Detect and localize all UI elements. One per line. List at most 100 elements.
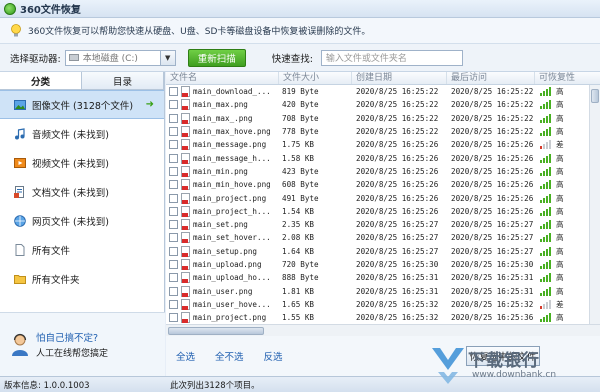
file-name: main_upload.png	[193, 260, 262, 269]
file-name: main_max.png	[193, 100, 248, 110]
scroll-thumb[interactable]	[591, 89, 599, 103]
cell-recoverability: 高	[535, 219, 585, 230]
drive-select[interactable]: 本地磁盘 (C:)	[64, 49, 161, 66]
table-row[interactable]: main_min.png 423 Byte 2020/8/25 16:25:26 20…	[166, 165, 600, 178]
table-row[interactable]: main_set_hover... 2.08 KB 2020/8/25 16:25:…	[166, 231, 600, 244]
category-images[interactable]: 图像文件 (3128个文件) ➜	[0, 90, 164, 119]
tab-directory[interactable]: 目录	[82, 72, 164, 89]
table-row[interactable]: main_user_hove... 1.65 KB 2020/8/25 16:25:…	[166, 298, 600, 311]
row-checkbox[interactable]	[169, 113, 178, 123]
invert-selection-link[interactable]: 反选	[264, 349, 283, 363]
row-checkbox[interactable]	[169, 220, 178, 230]
column-header-name[interactable]: 文件名	[166, 72, 279, 84]
row-checkbox[interactable]	[169, 193, 178, 203]
column-header-size[interactable]: 文件大小	[279, 72, 352, 84]
row-checkbox[interactable]	[169, 206, 178, 216]
help-title[interactable]: 怕自己搞不定?	[36, 330, 108, 344]
category-all-files[interactable]: 所有文件	[0, 235, 164, 264]
cell-size: 1.54 KB	[282, 206, 315, 216]
row-checkbox[interactable]	[169, 273, 178, 283]
table-row[interactable]: main_user.png 1.81 KB 2020/8/25 16:25:31 20…	[166, 284, 600, 297]
table-row[interactable]: main_min_hove.png 608 Byte 2020/8/25 16:25…	[166, 178, 600, 191]
cell-recoverability: 高	[535, 246, 585, 257]
chevron-down-icon[interactable]: ▼	[160, 49, 176, 66]
cell-recoverability: 高	[535, 86, 585, 97]
table-row[interactable]: main_setup.png 1.64 KB 2020/8/25 16:25:27 2…	[166, 245, 600, 258]
row-checkbox[interactable]	[169, 260, 178, 269]
signal-bars-icon	[540, 127, 552, 137]
search-input[interactable]: 输入文件或文件夹名	[320, 49, 463, 66]
help-box[interactable]: 怕自己搞不定? 人工在线帮您搞定	[0, 312, 165, 376]
horizontal-scrollbar[interactable]	[166, 324, 600, 336]
table-row[interactable]: main_message.png 1.75 KB 2020/8/25 16:25:2…	[166, 138, 600, 151]
row-checkbox[interactable]	[169, 286, 178, 296]
recover-button[interactable]: 恢复选中的文件	[466, 346, 540, 366]
table-row[interactable]: main_max.png 420 Byte 2020/8/25 16:25:22 20…	[166, 98, 600, 111]
cell-created: 2020/8/25 16:25:31	[356, 273, 439, 283]
deleted-file-icon	[181, 298, 190, 310]
cell-size: 2.08 KB	[282, 233, 315, 243]
tab-category[interactable]: 分类	[0, 72, 82, 89]
table-row[interactable]: main_max_.png 708 Byte 2020/8/25 16:25:22 2…	[166, 112, 600, 125]
row-checkbox[interactable]	[169, 127, 178, 137]
cell-created: 2020/8/25 16:25:26	[356, 193, 439, 203]
select-none-link[interactable]: 全不选	[215, 349, 244, 363]
row-checkbox[interactable]	[169, 299, 178, 309]
cell-name: main_message.png	[166, 139, 279, 151]
row-checkbox[interactable]	[169, 153, 178, 163]
row-checkbox[interactable]	[169, 100, 178, 110]
vertical-scrollbar[interactable]	[589, 85, 600, 336]
category-all-folders[interactable]: 所有文件夹	[0, 264, 164, 293]
cell-accessed: 2020/8/25 16:25:26	[451, 140, 534, 150]
column-header-created[interactable]: 创建日期	[352, 72, 447, 84]
row-checkbox[interactable]	[169, 313, 178, 323]
cell-created: 2020/8/25 16:25:32	[356, 313, 439, 323]
table-row[interactable]: main_project.png 491 Byte 2020/8/25 16:25:…	[166, 191, 600, 204]
cell-recoverability: 高	[535, 286, 585, 297]
file-name: main_project.png	[193, 313, 267, 323]
category-label: 所有文件夹	[32, 274, 80, 286]
table-row[interactable]: main_upload.png 720 Byte 2020/8/25 16:25:3…	[166, 258, 600, 271]
deleted-file-icon	[181, 112, 190, 124]
info-text: 360文件恢复可以帮助您快速从硬盘、U盘、SD卡等磁盘设备中恢复被误删除的文件。	[28, 27, 371, 37]
table-row[interactable]: main_download_... 819 Byte 2020/8/25 16:25…	[166, 85, 600, 98]
cell-name: main_upload.png	[166, 259, 279, 270]
column-header-recoverability[interactable]: 可恢复性	[535, 72, 589, 84]
table-row[interactable]: main_project_h... 1.54 KB 2020/8/25 16:25:…	[166, 205, 600, 218]
category-audio[interactable]: 音频文件 (未找到)	[0, 119, 164, 148]
cell-created: 2020/8/25 16:25:22	[356, 127, 439, 137]
folder-icon	[14, 274, 26, 284]
category-video[interactable]: 视频文件 (未找到)	[0, 148, 164, 177]
row-checkbox[interactable]	[169, 87, 178, 97]
table-row[interactable]: main_message_h... 1.58 KB 2020/8/25 16:25:…	[166, 151, 600, 164]
table-row[interactable]: main_upload_ho... 888 Byte 2020/8/25 16:25…	[166, 271, 600, 284]
column-header-accessed[interactable]: 最后访问	[447, 72, 535, 84]
row-checkbox[interactable]	[169, 233, 178, 243]
cell-accessed: 2020/8/25 16:25:31	[451, 273, 534, 283]
file-name: main_message_h...	[193, 153, 271, 163]
deleted-file-icon	[181, 179, 190, 191]
category-webpages[interactable]: 网页文件 (未找到)	[0, 206, 164, 235]
cell-created: 2020/8/25 16:25:26	[356, 140, 439, 150]
cell-accessed: 2020/8/25 16:25:27	[451, 246, 534, 256]
file-name: main_upload_ho...	[193, 273, 271, 283]
recoverability-label: 高	[556, 273, 564, 283]
category-documents[interactable]: 文档文件 (未找到)	[0, 177, 164, 206]
scroll-thumb[interactable]	[168, 327, 264, 335]
table-row[interactable]: main_set.png 2.35 KB 2020/8/25 16:25:27 202…	[166, 218, 600, 231]
deleted-file-icon	[181, 192, 190, 204]
recoverability-label: 高	[556, 206, 564, 216]
cell-recoverability: 差	[535, 299, 585, 310]
file-list-header: 文件名 文件大小 创建日期 最后访问 可恢复性	[166, 72, 600, 85]
cell-recoverability: 差	[535, 139, 585, 150]
table-row[interactable]: main_project.png 1.55 KB 2020/8/25 16:25:3…	[166, 311, 600, 324]
table-row[interactable]: main_max_hove.png 778 Byte 2020/8/25 16:25…	[166, 125, 600, 138]
row-checkbox[interactable]	[169, 166, 178, 176]
row-checkbox[interactable]	[169, 246, 178, 256]
cell-name: main_set_hover...	[166, 232, 279, 244]
file-name: main_message.png	[193, 140, 267, 150]
rescan-button[interactable]: 重新扫描	[187, 48, 246, 67]
row-checkbox[interactable]	[169, 140, 178, 150]
row-checkbox[interactable]	[169, 180, 178, 190]
select-all-link[interactable]: 全选	[176, 349, 195, 363]
